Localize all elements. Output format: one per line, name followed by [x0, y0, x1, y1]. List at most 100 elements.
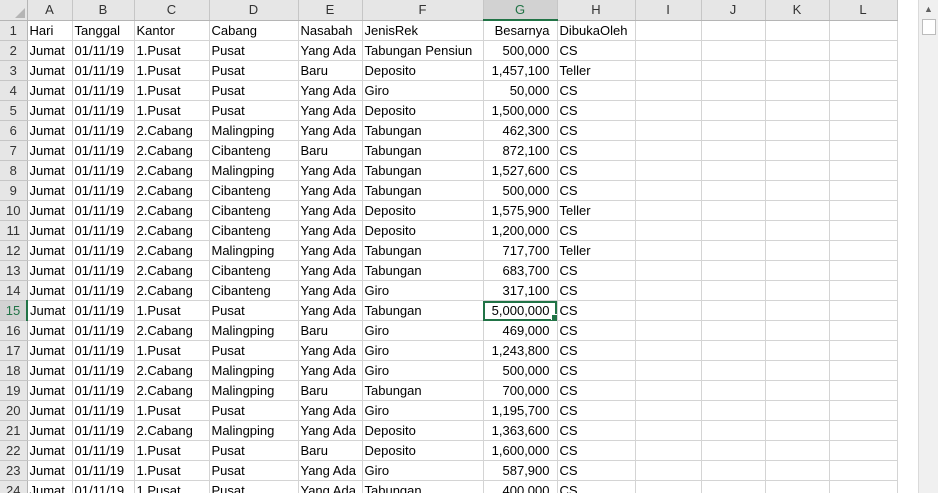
cell-h7[interactable]: CS [557, 140, 636, 161]
cell-e16[interactable]: Baru [298, 320, 363, 341]
cell-f15[interactable]: Tabungan [362, 300, 484, 321]
cell-b8[interactable]: 01/11/19 [72, 160, 135, 181]
column-header-h[interactable]: H [557, 0, 636, 21]
cell-b22[interactable]: 01/11/19 [72, 440, 135, 461]
cell-b19[interactable]: 01/11/19 [72, 380, 135, 401]
cell-c11[interactable]: 2.Cabang [134, 220, 210, 241]
cell-l23[interactable] [829, 460, 898, 481]
cell-b12[interactable]: 01/11/19 [72, 240, 135, 261]
cell-a4[interactable]: Jumat [27, 80, 73, 101]
cell-k3[interactable] [765, 60, 830, 81]
cell-k10[interactable] [765, 200, 830, 221]
cell-k24[interactable] [765, 480, 830, 493]
cell-d13[interactable]: Cibanteng [209, 260, 299, 281]
cell-a16[interactable]: Jumat [27, 320, 73, 341]
cell-c15[interactable]: 1.Pusat [134, 300, 210, 321]
cell-f10[interactable]: Deposito [362, 200, 484, 221]
column-header-g[interactable]: G [483, 0, 558, 21]
cell-d19[interactable]: Malingping [209, 380, 299, 401]
cell-l6[interactable] [829, 120, 898, 141]
column-header-f[interactable]: F [362, 0, 484, 21]
cell-f18[interactable]: Giro [362, 360, 484, 381]
cell-i17[interactable] [635, 340, 702, 361]
cell-a11[interactable]: Jumat [27, 220, 73, 241]
row-header-3[interactable]: 3 [0, 60, 28, 81]
cell-e14[interactable]: Yang Ada [298, 280, 363, 301]
cell-i19[interactable] [635, 380, 702, 401]
cell-f5[interactable]: Deposito [362, 100, 484, 121]
cell-d4[interactable]: Pusat [209, 80, 299, 101]
cell-c23[interactable]: 1.Pusat [134, 460, 210, 481]
cell-f14[interactable]: Giro [362, 280, 484, 301]
column-header-c[interactable]: C [134, 0, 210, 21]
cell-h10[interactable]: Teller [557, 200, 636, 221]
cell-a17[interactable]: Jumat [27, 340, 73, 361]
row-header-15[interactable]: 15 [0, 300, 28, 321]
cell-d10[interactable]: Cibanteng [209, 200, 299, 221]
cell-d1[interactable]: Cabang [209, 20, 299, 41]
cell-g8[interactable]: 1,527,600 [483, 160, 558, 181]
cell-e23[interactable]: Yang Ada [298, 460, 363, 481]
cell-i5[interactable] [635, 100, 702, 121]
cell-e8[interactable]: Yang Ada [298, 160, 363, 181]
cell-c16[interactable]: 2.Cabang [134, 320, 210, 341]
cell-l2[interactable] [829, 40, 898, 61]
cell-e18[interactable]: Yang Ada [298, 360, 363, 381]
cell-a5[interactable]: Jumat [27, 100, 73, 121]
cell-a13[interactable]: Jumat [27, 260, 73, 281]
cell-c6[interactable]: 2.Cabang [134, 120, 210, 141]
cell-h17[interactable]: CS [557, 340, 636, 361]
row-header-19[interactable]: 19 [0, 380, 28, 401]
cell-a7[interactable]: Jumat [27, 140, 73, 161]
cell-l21[interactable] [829, 420, 898, 441]
row-header-10[interactable]: 10 [0, 200, 28, 221]
cell-c9[interactable]: 2.Cabang [134, 180, 210, 201]
cell-h1[interactable]: DibukaOleh [557, 20, 636, 41]
cell-h16[interactable]: CS [557, 320, 636, 341]
cell-c19[interactable]: 2.Cabang [134, 380, 210, 401]
cell-g6[interactable]: 462,300 [483, 120, 558, 141]
cell-d24[interactable]: Pusat [209, 480, 299, 493]
cell-c12[interactable]: 2.Cabang [134, 240, 210, 261]
cell-i14[interactable] [635, 280, 702, 301]
row-header-20[interactable]: 20 [0, 400, 28, 421]
cell-j13[interactable] [701, 260, 766, 281]
cell-b2[interactable]: 01/11/19 [72, 40, 135, 61]
cell-h2[interactable]: CS [557, 40, 636, 61]
cell-c22[interactable]: 1.Pusat [134, 440, 210, 461]
cell-l11[interactable] [829, 220, 898, 241]
cell-i20[interactable] [635, 400, 702, 421]
cell-j24[interactable] [701, 480, 766, 493]
cell-k2[interactable] [765, 40, 830, 61]
cell-k19[interactable] [765, 380, 830, 401]
cell-d2[interactable]: Pusat [209, 40, 299, 61]
cell-j17[interactable] [701, 340, 766, 361]
cell-i10[interactable] [635, 200, 702, 221]
cell-f22[interactable]: Deposito [362, 440, 484, 461]
cell-e10[interactable]: Yang Ada [298, 200, 363, 221]
cell-c13[interactable]: 2.Cabang [134, 260, 210, 281]
cell-f17[interactable]: Giro [362, 340, 484, 361]
cell-e6[interactable]: Yang Ada [298, 120, 363, 141]
cell-j7[interactable] [701, 140, 766, 161]
cell-k14[interactable] [765, 280, 830, 301]
cell-l7[interactable] [829, 140, 898, 161]
cell-b14[interactable]: 01/11/19 [72, 280, 135, 301]
cell-h13[interactable]: CS [557, 260, 636, 281]
cell-d6[interactable]: Malingping [209, 120, 299, 141]
cell-i18[interactable] [635, 360, 702, 381]
cell-i7[interactable] [635, 140, 702, 161]
cell-l18[interactable] [829, 360, 898, 381]
cell-g22[interactable]: 1,600,000 [483, 440, 558, 461]
cell-d9[interactable]: Cibanteng [209, 180, 299, 201]
row-header-22[interactable]: 22 [0, 440, 28, 461]
cell-e21[interactable]: Yang Ada [298, 420, 363, 441]
cell-b24[interactable]: 01/11/19 [72, 480, 135, 493]
cell-g11[interactable]: 1,200,000 [483, 220, 558, 241]
row-header-6[interactable]: 6 [0, 120, 28, 141]
row-header-18[interactable]: 18 [0, 360, 28, 381]
cell-c3[interactable]: 1.Pusat [134, 60, 210, 81]
cell-a6[interactable]: Jumat [27, 120, 73, 141]
cell-d7[interactable]: Cibanteng [209, 140, 299, 161]
cell-h8[interactable]: CS [557, 160, 636, 181]
